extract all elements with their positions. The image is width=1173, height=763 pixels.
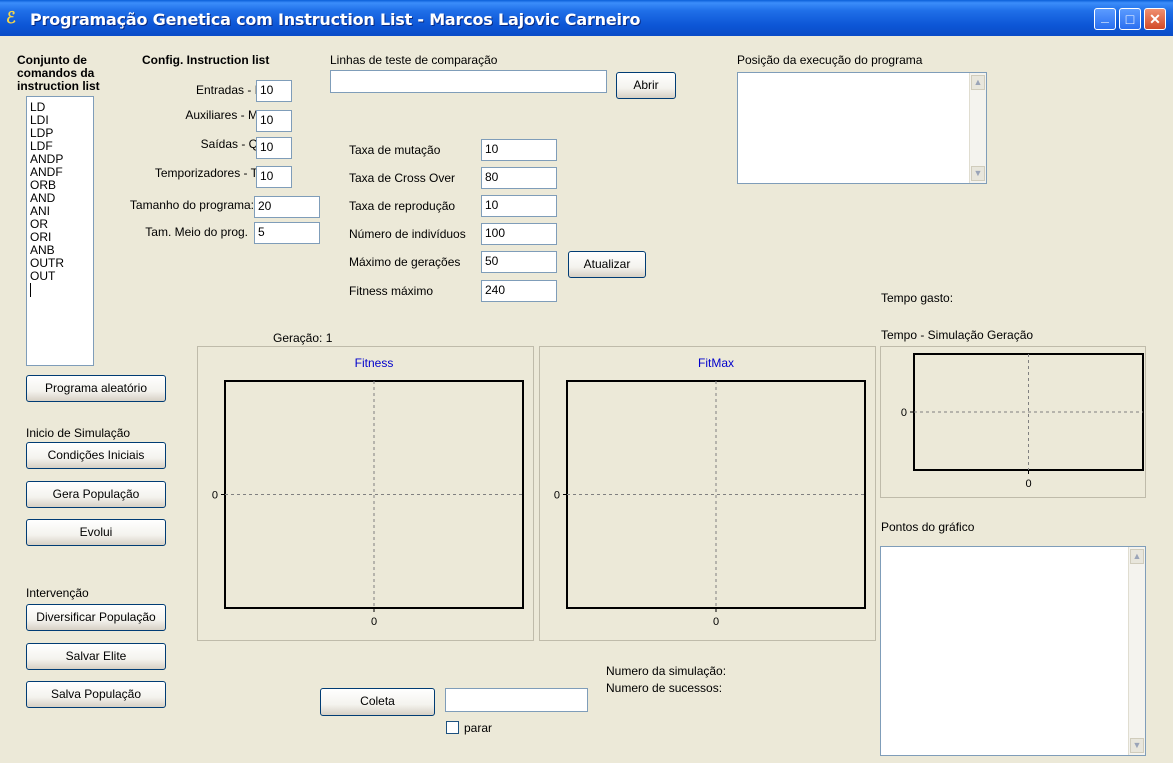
exec-scrollbar[interactable]: ▲ ▼: [969, 73, 986, 183]
command-set-title-2: comandos da: [17, 66, 95, 80]
ga-param-label: Taxa de reprodução: [349, 199, 456, 213]
scroll-up-icon[interactable]: ▲: [1130, 549, 1144, 564]
chart-title: Fitness: [355, 356, 394, 370]
config-field-label: Saídas - Q: [200, 137, 258, 151]
time-chart-panel: 00: [880, 346, 1146, 498]
sim-start-label: Inicio de Simulação: [26, 426, 131, 440]
config-field-label: Temporizadores - T: [154, 166, 258, 180]
sim-number-label: Numero da simulação:: [606, 664, 727, 678]
config-field-input[interactable]: 20: [254, 196, 320, 218]
app-window: ℰ Programação Genetica com Instruction L…: [0, 0, 1173, 763]
minimize-button[interactable]: _: [1094, 8, 1116, 30]
points-label: Pontos do gráfico: [881, 520, 975, 534]
scroll-up-icon[interactable]: ▲: [971, 75, 985, 90]
ga-param-input[interactable]: 100: [481, 223, 557, 245]
points-memo[interactable]: ▲ ▼: [880, 546, 1146, 756]
title-bar[interactable]: ℰ Programação Genetica com Instruction L…: [0, 0, 1173, 36]
maximize-button[interactable]: □: [1119, 8, 1141, 30]
fitness-chart-panel: Fitness 0 0: [197, 346, 534, 641]
save-elite-button[interactable]: Salvar Elite: [26, 643, 166, 670]
main-client-area: Conjunto de comandos da instruction list…: [6, 36, 1167, 763]
fitmax-chart: FitMax 0 0: [554, 356, 866, 628]
generation-label: Geração: 1: [273, 331, 333, 345]
config-field-input[interactable]: 10: [256, 80, 292, 102]
update-button[interactable]: Atualizar: [568, 251, 646, 278]
close-icon: ✕: [1149, 11, 1161, 27]
window-title: Programação Genetica com Instruction Lis…: [30, 10, 641, 29]
command-list[interactable]: LD LDI LDP LDF ANDP ANDF ORB AND ANI OR ORI ANB OUTR…: [26, 96, 94, 366]
config-field-label: Auxiliares - M: [185, 108, 258, 122]
text-caret: [30, 283, 31, 297]
close-button[interactable]: ✕: [1144, 8, 1166, 30]
ga-param-input[interactable]: 10: [481, 139, 557, 161]
test-lines-label: Linhas de teste de comparação: [330, 53, 498, 67]
successes-label: Numero de sucessos:: [606, 681, 723, 695]
minimize-icon: _: [1101, 8, 1109, 24]
save-population-button[interactable]: Salva População: [26, 681, 166, 708]
fitness-chart: Fitness 0 0: [212, 356, 524, 628]
ga-param-label: Máximo de gerações: [349, 255, 461, 269]
points-scrollbar[interactable]: ▲ ▼: [1128, 547, 1145, 755]
ga-param-input[interactable]: 10: [481, 195, 557, 217]
x-tick-label: 0: [371, 616, 377, 628]
ga-param-input[interactable]: 240: [481, 280, 557, 302]
initial-conditions-button[interactable]: Condições Iniciais: [26, 442, 166, 469]
chart-title: FitMax: [698, 356, 734, 370]
ga-param-label: Taxa de Cross Over: [349, 171, 456, 185]
generate-population-button[interactable]: Gera População: [26, 481, 166, 508]
intervention-label: Intervenção: [26, 586, 89, 600]
config-field-label: Tamanho do programa:: [129, 198, 254, 212]
exec-position-label: Posição da execução do programa: [737, 53, 923, 67]
fitmax-chart-panel: FitMax 0 0: [539, 346, 876, 641]
config-field-label: Tam. Meio do prog.: [145, 225, 248, 239]
y-tick-label: 0: [554, 490, 560, 502]
command-list-item[interactable]: OUT: [27, 270, 93, 283]
ga-param-input[interactable]: 50: [481, 251, 557, 273]
config-field-input[interactable]: 5: [254, 222, 320, 244]
ga-param-label: Taxa de mutação: [349, 143, 441, 157]
collect-button[interactable]: Coleta: [320, 688, 435, 716]
diversify-population-button[interactable]: Diversificar População: [26, 604, 166, 631]
stop-label: parar: [464, 721, 493, 735]
time-chart-title: Tempo - Simulação Geração: [881, 328, 1034, 342]
time-spent-label: Tempo gasto:: [881, 291, 954, 305]
y-tick-label: 0: [212, 490, 218, 502]
ga-param-input[interactable]: 80: [481, 167, 557, 189]
ga-param-label: Número de indivíduos: [349, 227, 466, 241]
collect-input[interactable]: [445, 688, 588, 712]
config-field-input[interactable]: 10: [256, 110, 292, 132]
app-icon: ℰ: [6, 8, 16, 27]
exec-position-memo[interactable]: ▲ ▼: [737, 72, 987, 184]
maximize-icon: □: [1125, 11, 1135, 27]
time-chart: 00: [901, 353, 1144, 490]
config-title: Config. Instruction list: [142, 53, 270, 67]
stop-checkbox[interactable]: [446, 721, 459, 734]
evolve-button[interactable]: Evolui: [26, 519, 166, 546]
y-tick-label: 0: [901, 407, 907, 419]
test-lines-input[interactable]: [330, 70, 607, 93]
open-button[interactable]: Abrir: [616, 72, 676, 99]
command-set-title-3: instruction list: [17, 79, 100, 93]
config-field-input[interactable]: 10: [256, 166, 292, 188]
scroll-down-icon[interactable]: ▼: [971, 166, 985, 181]
config-field-input[interactable]: 10: [256, 137, 292, 159]
command-set-title-1: Conjunto de: [17, 53, 87, 67]
ga-param-label: Fitness máximo: [349, 284, 434, 298]
config-field-label: Entradas - I: [195, 83, 258, 97]
x-tick-label: 0: [1025, 478, 1031, 490]
x-tick-label: 0: [713, 616, 719, 628]
random-program-button[interactable]: Programa aleatório: [26, 375, 166, 402]
scroll-down-icon[interactable]: ▼: [1130, 738, 1144, 753]
